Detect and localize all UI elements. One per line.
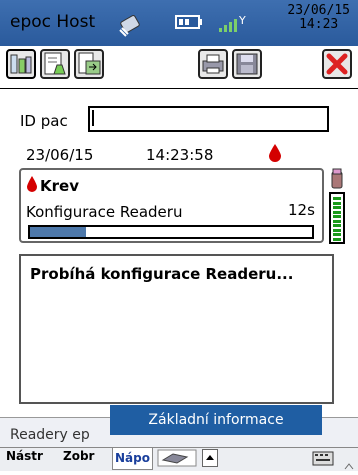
svg-text:Y: Y [238,14,246,27]
clock[interactable]: 23/06/15 14:23 [287,4,350,32]
save-button[interactable] [232,49,262,79]
config-progress-fill [30,227,86,237]
patient-id-input[interactable] [88,106,329,132]
text-caret [92,110,94,126]
battery-segment [333,215,341,218]
reader-battery-gauge [329,192,345,244]
sync-status-icon[interactable] [116,8,146,38]
sample-type: Krev [40,177,79,195]
print-button[interactable] [198,49,228,79]
battery-segment [333,224,341,227]
document-arrow-icon [78,52,101,75]
printer-icon [202,54,224,74]
battery-segment [333,201,341,205]
export-document-button[interactable] [74,49,104,79]
reader-device-icon[interactable] [157,449,197,467]
battery-segment [333,233,341,236]
menu-help[interactable]: Nápo [112,447,153,470]
menu-tools[interactable]: Nástr [6,449,43,463]
reader-config-timer: 12s [288,201,315,219]
cancel-button[interactable] [322,49,352,79]
save-disk-icon [236,53,258,75]
battery-status-icon[interactable] [175,14,203,30]
clock-time: 14:23 [299,17,339,32]
battery-segment [333,197,341,200]
battery-segment [333,206,341,209]
scroll-up-arrow[interactable] [202,449,218,467]
toolbar-divider [0,88,358,89]
battery-segment [333,219,341,223]
clock-date: 23/06/15 [287,3,350,18]
battery-segment [333,210,341,214]
readers-tab-label[interactable]: Readery ep [10,427,90,443]
keyboard-icon[interactable] [312,451,334,466]
patient-id-label: ID pac [20,112,68,130]
report-flask-button[interactable] [40,49,70,79]
reader-icon [331,168,343,190]
lab-flasks-icon [10,54,32,74]
test-time: 14:23:58 [146,146,214,164]
blood-drop-icon [268,143,282,163]
sip-arrow-icon[interactable] [343,456,355,470]
battery-segment [333,228,341,232]
battery-segment [333,237,341,241]
document-flask-icon [44,52,66,75]
app-title: epoc Host [10,12,96,32]
tooltip-basic-info: Základní informace [110,405,322,435]
status-message: Probíhá konfigurace Readeru... [30,265,294,283]
signal-strength-icon[interactable]: Y [217,10,253,34]
close-x-icon [326,53,348,75]
menu-view[interactable]: Zobr [63,449,94,463]
test-date: 23/06/15 [26,146,94,164]
reader-config-label: Konfigurace Readeru [26,203,183,221]
lab-test-button[interactable] [6,49,36,79]
blood-drop-icon [26,175,38,193]
